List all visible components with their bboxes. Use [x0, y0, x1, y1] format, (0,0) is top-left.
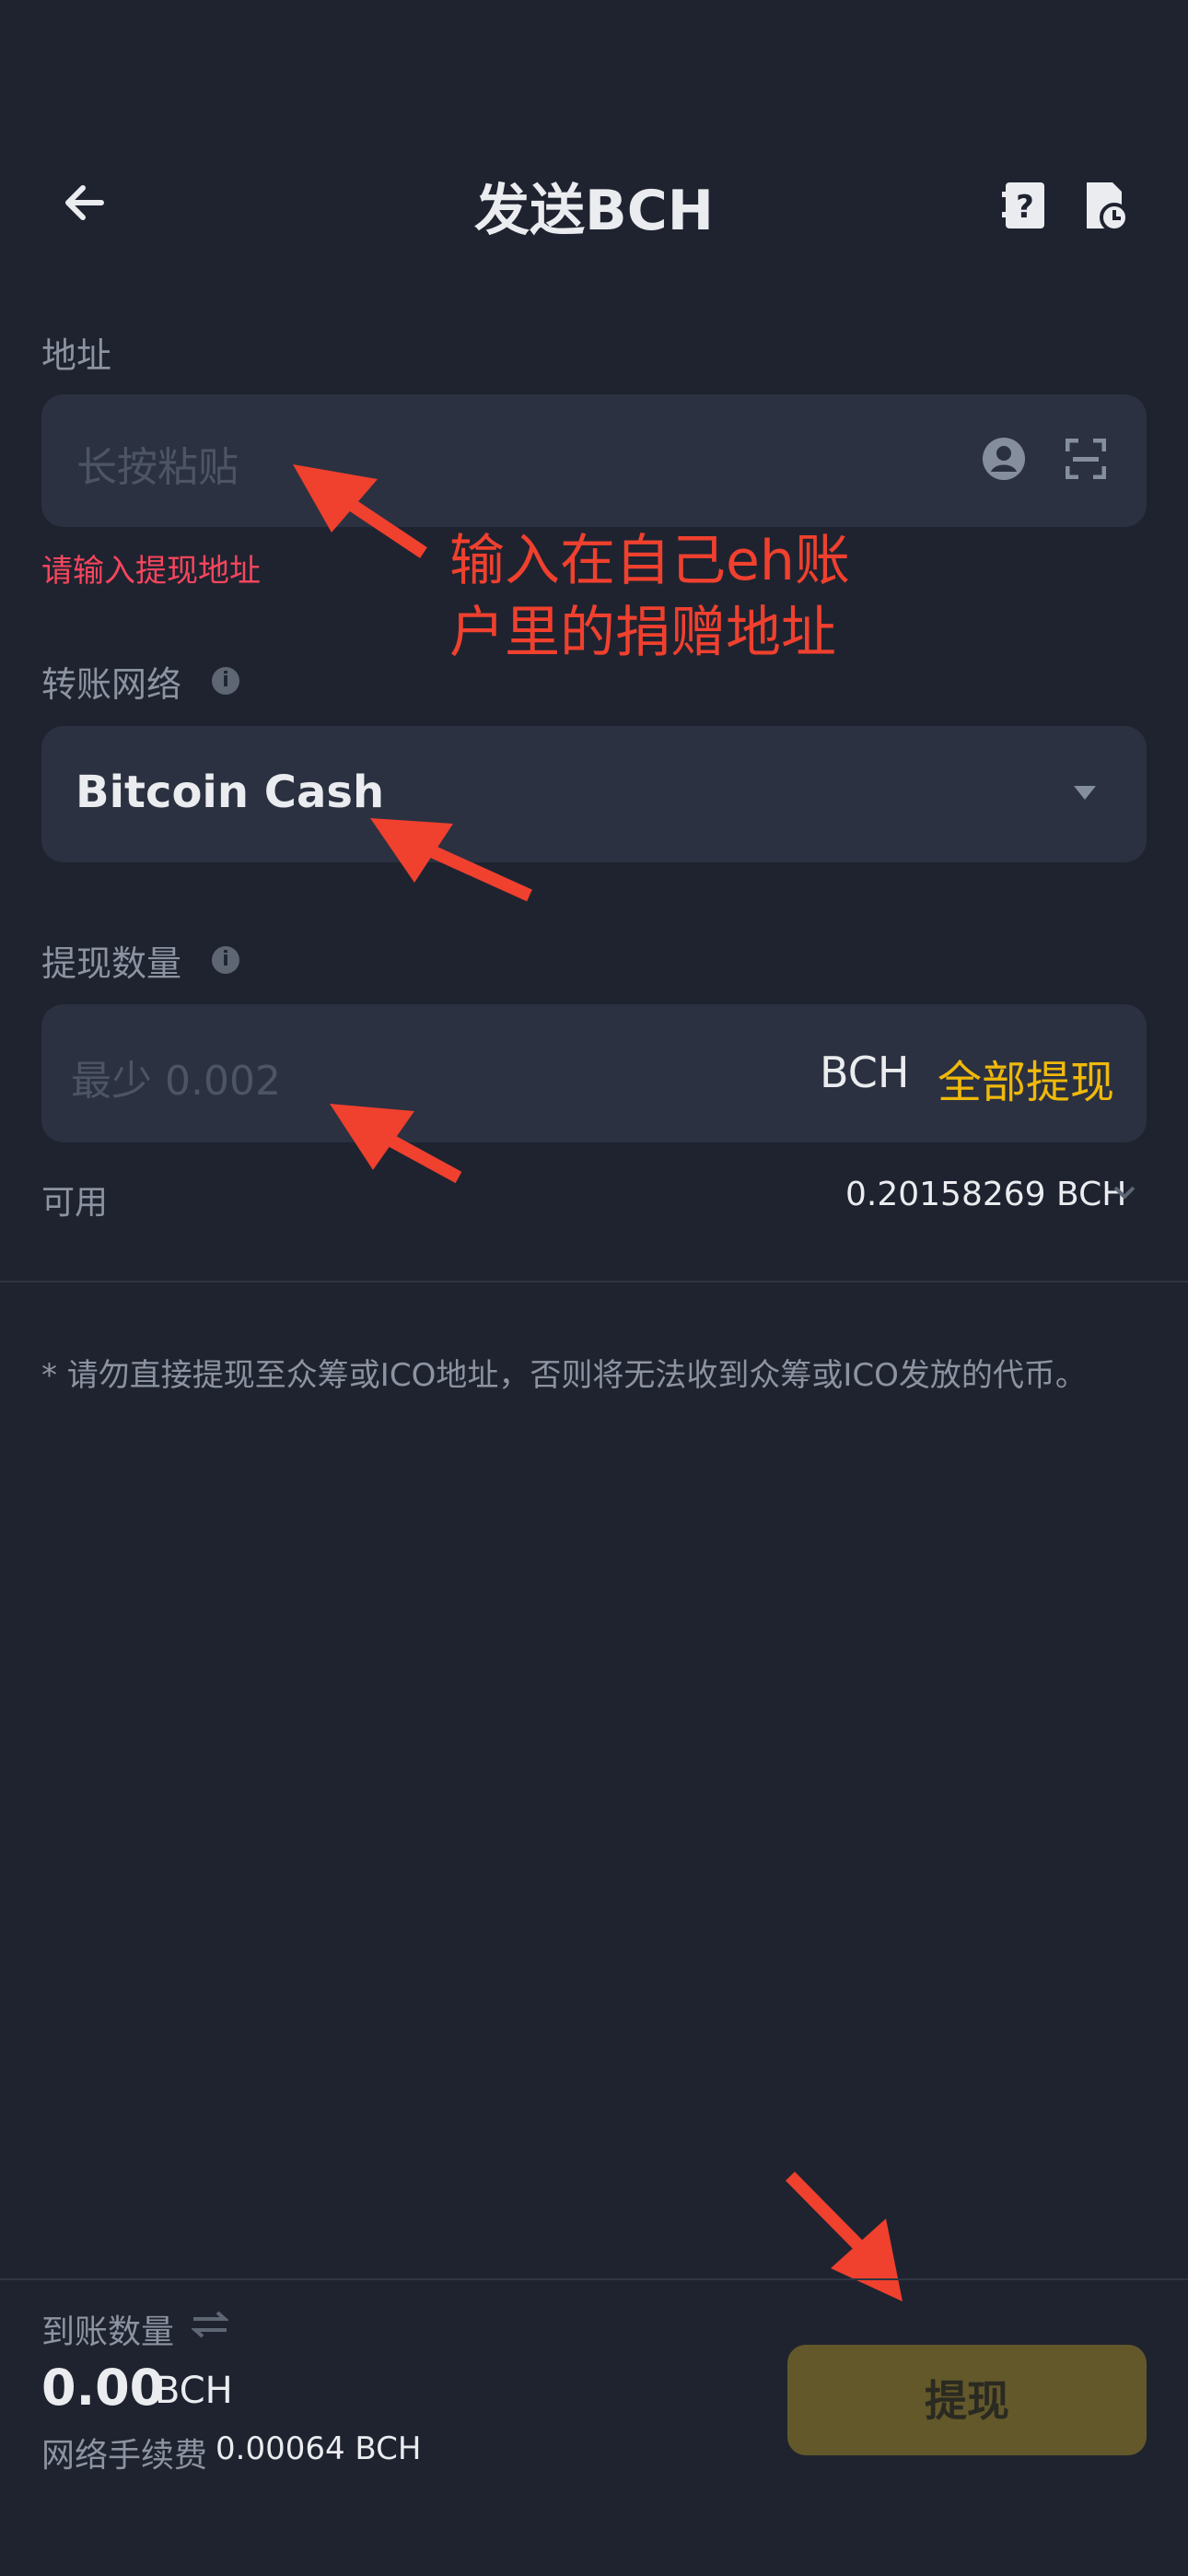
fee-value: 0.00064 BCH	[215, 2430, 422, 2467]
receive-amount: 0.00	[41, 2359, 165, 2417]
footer-divider	[0, 2278, 1188, 2280]
annotation-arrows	[293, 464, 903, 2301]
fee-label: 网络手续费	[41, 2437, 208, 2475]
withdraw-button[interactable]: 提现	[787, 2345, 1147, 2455]
swap-arrows-icon	[190, 2311, 230, 2338]
swap-button[interactable]	[190, 2311, 230, 2342]
receive-unit: BCH	[155, 2370, 233, 2412]
receive-label: 到账数量	[41, 2313, 175, 2351]
